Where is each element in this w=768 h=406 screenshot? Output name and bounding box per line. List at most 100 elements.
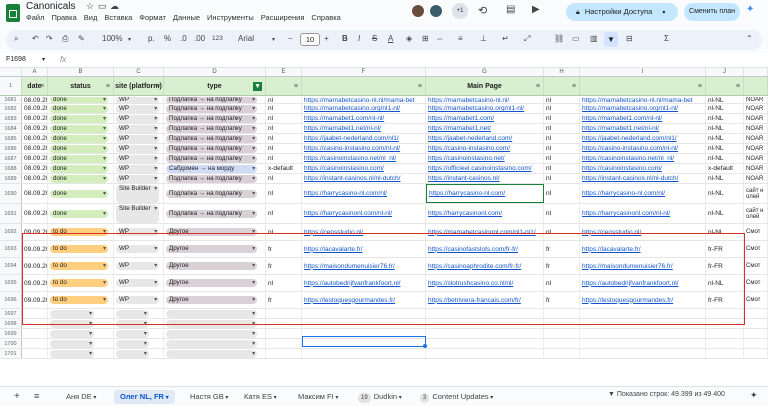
cell-j[interactable]: nl-NL (706, 134, 744, 143)
site-dropdown-chip[interactable]: WP (116, 124, 160, 133)
site-dropdown-chip[interactable]: WP (116, 144, 160, 153)
cell-site[interactable] (114, 319, 164, 328)
cell-j[interactable]: nl-NL (706, 174, 744, 183)
gemini-icon[interactable]: ✦ (746, 4, 754, 15)
cell-date[interactable] (22, 319, 48, 328)
row-number[interactable]: 1692 (0, 224, 22, 240)
cell-g[interactable]: https://harrycasinonl.com/ (426, 204, 544, 223)
cell-j[interactable]: nl-NL (706, 97, 744, 103)
cell-type[interactable] (164, 349, 266, 358)
tab-sheet[interactable]: Катя ES ▾ (238, 390, 283, 404)
name-box[interactable]: F1698 (6, 56, 26, 63)
cell-i[interactable]: https://autobedrijfvanfrankfoort.nl/ (580, 275, 706, 291)
cell-status[interactable] (48, 309, 114, 318)
type-dropdown-chip[interactable]: Подлапка → на подлапку (166, 174, 258, 183)
cell-status[interactable]: done (48, 174, 114, 183)
cell-i[interactable]: https://mamabet1.net/nl-nl/ (580, 124, 706, 133)
row-number[interactable]: 1688 (0, 164, 22, 173)
cell-type[interactable]: Подлапка → на подлапку (164, 124, 266, 133)
status-dropdown-chip[interactable]: done (50, 104, 108, 113)
cell-i[interactable] (580, 349, 706, 358)
cell-k[interactable]: NOAR (744, 104, 768, 113)
cell-f[interactable]: https://harrycasinonl.com/nl-nl/ (302, 204, 426, 223)
column-filter-icon[interactable]: ≡ (736, 77, 740, 96)
functions-icon[interactable]: Σ (664, 34, 669, 43)
type-dropdown-chip[interactable]: Другое (166, 245, 258, 253)
cell-j[interactable]: fr-FR (706, 258, 744, 274)
cell-h[interactable] (544, 309, 580, 318)
menu-item[interactable]: Расширения (261, 13, 305, 22)
cell-e[interactable] (266, 329, 302, 338)
cell-date[interactable] (22, 329, 48, 338)
site-dropdown-chip[interactable]: WP (116, 134, 160, 143)
cell-type[interactable] (164, 329, 266, 338)
cell-site[interactable]: WP (114, 174, 164, 183)
cell-status[interactable] (48, 349, 114, 358)
cell-j[interactable]: nl-NL (706, 104, 744, 113)
type-dropdown-chip[interactable]: Другое (166, 228, 258, 236)
cell-h[interactable]: nl (544, 275, 580, 291)
site-dropdown-chip[interactable]: WP (116, 104, 160, 113)
tab-sheet[interactable]: 3 Content Updates ▾ (414, 390, 499, 404)
cell-date[interactable]: 09.09.2026 (22, 224, 48, 240)
cell-j[interactable]: nl-NL (706, 114, 744, 123)
type-dropdown-chip[interactable] (166, 329, 258, 338)
cell-h[interactable]: nl (544, 104, 580, 113)
cell-g[interactable]: https://slotrushcasino.co.nl/nl/ (426, 275, 544, 291)
row-number[interactable]: 1689 (0, 174, 22, 183)
menu-item[interactable]: Формат (139, 13, 166, 22)
column-header-h[interactable]: H (544, 68, 580, 77)
status-dropdown-chip[interactable]: to do (50, 228, 108, 236)
cell-site[interactable]: WP (114, 292, 164, 308)
cell-status[interactable] (48, 339, 114, 348)
fill-color-icon[interactable]: ◈ (406, 34, 412, 43)
cell-site[interactable]: WP (114, 104, 164, 113)
font-size-decrease-button[interactable]: − (288, 34, 293, 43)
cell-i[interactable]: https://harrycasinonl.com/nl-nl/ (580, 204, 706, 223)
cell-h[interactable] (544, 349, 580, 358)
meet-icon[interactable]: ▶ (532, 4, 540, 15)
status-dropdown-chip[interactable] (50, 339, 95, 348)
type-dropdown-chip[interactable] (166, 349, 258, 358)
cell-e[interactable]: nl (266, 275, 302, 291)
print-icon[interactable]: ⎙ (62, 34, 68, 44)
cell-j[interactable]: nl-NL (706, 124, 744, 133)
cell-date[interactable]: 08.09.2026 (22, 114, 48, 123)
cell-k[interactable]: Смот (744, 224, 768, 240)
cell-k[interactable]: NOAR (744, 144, 768, 153)
cell-e[interactable] (266, 339, 302, 348)
cell-status[interactable]: done (48, 104, 114, 113)
cell-status[interactable]: done (48, 114, 114, 123)
cell-g[interactable] (426, 329, 544, 338)
cell-i[interactable] (580, 319, 706, 328)
cell-j[interactable] (706, 339, 744, 348)
cell-i[interactable]: https://instant-casinos.nl/nl-dutch/ (580, 174, 706, 183)
cell-type[interactable]: Другое (164, 258, 266, 274)
cell-f[interactable]: https://censstudio.nl/ (302, 224, 426, 240)
cell-j[interactable]: nl-NL (706, 224, 744, 240)
type-dropdown-chip[interactable]: Подлапка → на подлапку (166, 209, 258, 218)
type-dropdown-chip[interactable] (166, 319, 258, 328)
row-number[interactable]: 1701 (0, 349, 22, 358)
status-dropdown-chip[interactable]: done (50, 189, 108, 198)
share-button[interactable]: 🔒︎ Настройки Доступа ▾ (566, 3, 678, 21)
type-dropdown-chip[interactable]: Другое (166, 279, 258, 287)
cell-f[interactable]: https://mamabetcasino-nl.nl/mama-bet (302, 97, 426, 103)
cell-date[interactable] (22, 309, 48, 318)
add-sheet-icon[interactable]: + (14, 391, 20, 402)
cell-h[interactable] (544, 329, 580, 338)
cell-f[interactable]: https://lacavalarte.fr/ (302, 241, 426, 257)
cell-date[interactable]: 08.09.2026 (22, 134, 48, 143)
column-header-k[interactable] (744, 68, 768, 77)
cell-j[interactable]: x-default (706, 164, 744, 173)
cell-status[interactable]: to do (48, 258, 114, 274)
cell-type[interactable]: Другое (164, 275, 266, 291)
fill-handle[interactable] (423, 344, 427, 348)
status-dropdown-chip[interactable] (50, 309, 95, 318)
cell-f[interactable] (302, 309, 426, 318)
increase-decimal-button[interactable]: .00 (194, 34, 205, 43)
cell-k[interactable]: NOAR (744, 164, 768, 173)
cell-date[interactable]: 09.09.2026 (22, 275, 48, 291)
cell-j[interactable]: nl-NL (706, 275, 744, 291)
cell-h[interactable]: nl (544, 144, 580, 153)
